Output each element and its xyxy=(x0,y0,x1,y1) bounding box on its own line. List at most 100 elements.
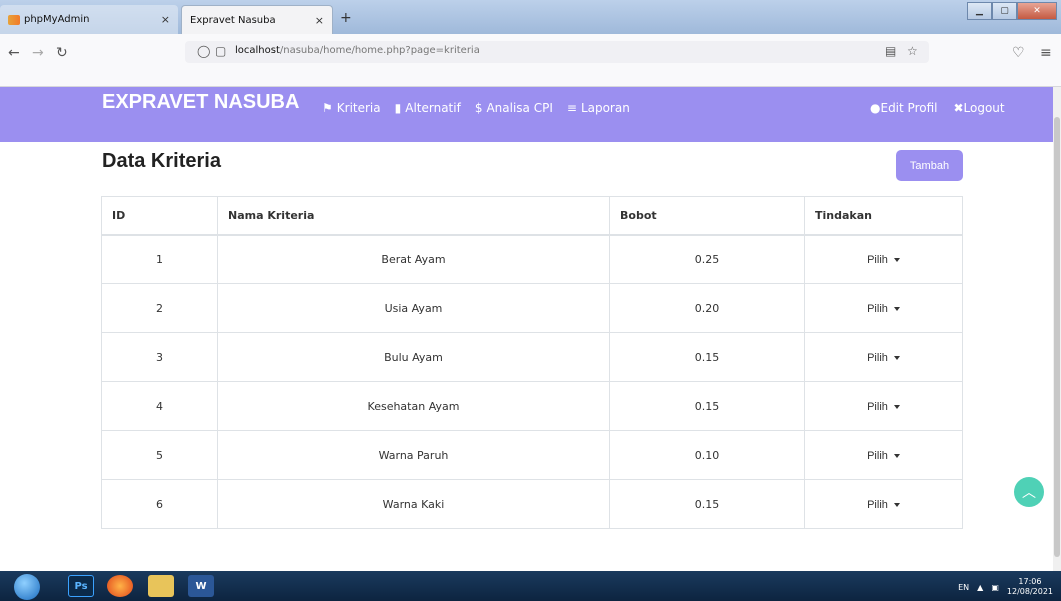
caret-down-icon xyxy=(893,355,900,360)
brand-logo[interactable]: EXPRAVET NASUBA xyxy=(102,91,299,114)
firefox-icon[interactable] xyxy=(107,575,133,597)
cell-bobot: 0.15 xyxy=(609,479,805,529)
pilih-label: Pilih xyxy=(867,400,888,413)
tab-close-icon[interactable]: × xyxy=(315,14,324,27)
cell-tindakan: Pilih xyxy=(804,430,963,480)
back-icon[interactable]: ← xyxy=(8,45,20,61)
menu-icon[interactable]: ≡ xyxy=(1040,45,1052,61)
table-header-row: ID Nama Kriteria Bobot Tindakan xyxy=(101,196,963,236)
tab-expravet[interactable]: Expravet Nasuba × xyxy=(181,5,333,34)
tab-title: Expravet Nasuba xyxy=(190,14,276,26)
chevron-up-icon: ︿ xyxy=(1022,485,1036,501)
pilih-label: Pilih xyxy=(867,449,888,462)
col-header-nama: Nama Kriteria xyxy=(217,196,610,236)
table-row: 5 Warna Paruh 0.10 Pilih xyxy=(101,430,963,480)
scroll-to-top-button[interactable]: ︿ xyxy=(1014,477,1044,507)
main-menu: ⚑ Kriteria ▮ Alternatif $ Analisa CPI ≡ Lapo… xyxy=(322,101,630,115)
forward-icon[interactable]: → xyxy=(32,45,44,61)
cell-tindakan: Pilih xyxy=(804,283,963,333)
pilih-label: Pilih xyxy=(867,351,888,364)
address-bar[interactable]: ◯ ▢ localhost/nasuba/home/home.php?page=… xyxy=(185,41,929,63)
cell-bobot: 0.20 xyxy=(609,283,805,333)
logout-link[interactable]: ✖Logout xyxy=(953,101,1004,115)
menu-label: Kriteria xyxy=(336,101,381,115)
phpmyadmin-favicon-icon xyxy=(8,14,20,25)
file-icon: ▮ xyxy=(394,101,402,115)
maximize-icon[interactable]: ▢ xyxy=(992,2,1017,20)
pilih-label: Pilih xyxy=(867,302,888,315)
start-button[interactable] xyxy=(14,574,40,600)
cell-nama: Berat Ayam xyxy=(217,234,610,284)
scrollbar-thumb[interactable] xyxy=(1054,117,1060,557)
reload-icon[interactable]: ↻ xyxy=(56,45,68,61)
cell-id: 3 xyxy=(101,332,218,382)
cell-nama: Warna Paruh xyxy=(217,430,610,480)
list-icon: ≡ xyxy=(566,101,577,115)
shield-icon[interactable]: ◯ xyxy=(197,44,210,58)
pilih-dropdown[interactable]: Pilih xyxy=(867,254,900,266)
site-header: EXPRAVET NASUBA ⚑ Kriteria ▮ Alternatif $ A… xyxy=(0,87,1061,142)
page-icon: ▢ xyxy=(215,44,227,58)
browser-toolbar: ← → ↻ ◯ ▢ localhost/nasuba/home/home.php… xyxy=(0,34,1061,87)
file-explorer-icon[interactable] xyxy=(148,575,174,597)
menu-item-analisa-cpi[interactable]: $ Analisa CPI xyxy=(475,101,553,115)
bookmark-star-icon[interactable]: ☆ xyxy=(907,44,918,58)
language-indicator[interactable]: EN xyxy=(958,583,969,592)
windows-taskbar: Ps W EN ▲ ▣ 17:06 12/08/2021 xyxy=(0,571,1061,601)
menu-label: Alternatif xyxy=(405,101,461,115)
menu-label: Analisa CPI xyxy=(486,101,553,115)
menu-label: Logout xyxy=(963,101,1005,115)
menu-item-alternatif[interactable]: ▮ Alternatif xyxy=(395,101,461,115)
pilih-dropdown[interactable]: Pilih xyxy=(867,401,900,413)
table-row: 4 Kesehatan Ayam 0.15 Pilih xyxy=(101,381,963,431)
clock[interactable]: 17:06 12/08/2021 xyxy=(1007,577,1053,597)
table-row: 3 Bulu Ayam 0.15 Pilih xyxy=(101,332,963,382)
page-title: Data Kriteria xyxy=(102,150,221,172)
cell-bobot: 0.15 xyxy=(609,332,805,382)
close-window-icon[interactable]: ✕ xyxy=(1017,2,1057,20)
pilih-label: Pilih xyxy=(867,253,888,266)
network-icon[interactable]: ▣ xyxy=(991,583,999,592)
pilih-dropdown[interactable]: Pilih xyxy=(867,303,900,315)
cell-id: 4 xyxy=(101,381,218,431)
col-header-id: ID xyxy=(101,196,218,236)
page-scrollbar[interactable] xyxy=(1053,87,1061,571)
window-controls: ▁ ▢ ✕ xyxy=(967,2,1057,20)
clock-time: 17:06 xyxy=(1018,577,1042,586)
tab-close-icon[interactable]: × xyxy=(161,13,170,26)
new-tab-button[interactable]: + xyxy=(340,10,352,26)
cell-bobot: 0.10 xyxy=(609,430,805,480)
pilih-dropdown[interactable]: Pilih xyxy=(867,450,900,462)
user-menu: ●Edit Profil ✖Logout xyxy=(870,101,1005,115)
reader-view-icon[interactable]: ▤ xyxy=(885,44,896,58)
caret-down-icon xyxy=(893,453,900,458)
minimize-icon[interactable]: ▁ xyxy=(967,2,992,20)
table-row: 1 Berat Ayam 0.25 Pilih xyxy=(101,234,963,284)
pilih-dropdown[interactable]: Pilih xyxy=(867,352,900,364)
kriteria-table: ID Nama Kriteria Bobot Tindakan 1 Berat A… xyxy=(101,196,963,529)
tambah-button[interactable]: Tambah xyxy=(896,150,963,181)
cell-id: 6 xyxy=(101,479,218,529)
cell-nama: Bulu Ayam xyxy=(217,332,610,382)
caret-down-icon xyxy=(893,502,900,507)
word-icon[interactable]: W xyxy=(188,575,214,597)
caret-down-icon xyxy=(893,404,900,409)
clock-date: 12/08/2021 xyxy=(1006,587,1053,596)
cell-id: 2 xyxy=(101,283,218,333)
menu-label: Laporan xyxy=(580,101,630,115)
url-path: /nasuba/home/home.php?page=kriteria xyxy=(279,45,480,56)
tab-phpmyadmin[interactable]: phpMyAdmin × xyxy=(0,5,178,34)
caret-down-icon xyxy=(893,306,900,311)
url-text: localhost/nasuba/home/home.php?page=krit… xyxy=(235,45,480,56)
tab-title: phpMyAdmin xyxy=(24,14,90,25)
browser-tabstrip: phpMyAdmin × Expravet Nasuba × + ▁ ▢ ✕ xyxy=(0,0,1061,34)
url-host: localhost xyxy=(235,45,280,56)
pocket-icon[interactable]: ♡ xyxy=(1012,45,1025,61)
tray-expand-icon[interactable]: ▲ xyxy=(977,583,983,592)
col-header-tindakan: Tindakan xyxy=(804,196,963,236)
edit-profil-link[interactable]: ●Edit Profil xyxy=(870,101,937,115)
menu-item-kriteria[interactable]: ⚑ Kriteria xyxy=(322,101,381,115)
photoshop-icon[interactable]: Ps xyxy=(68,575,94,597)
menu-item-laporan[interactable]: ≡ Laporan xyxy=(567,101,630,115)
pilih-dropdown[interactable]: Pilih xyxy=(867,499,900,511)
